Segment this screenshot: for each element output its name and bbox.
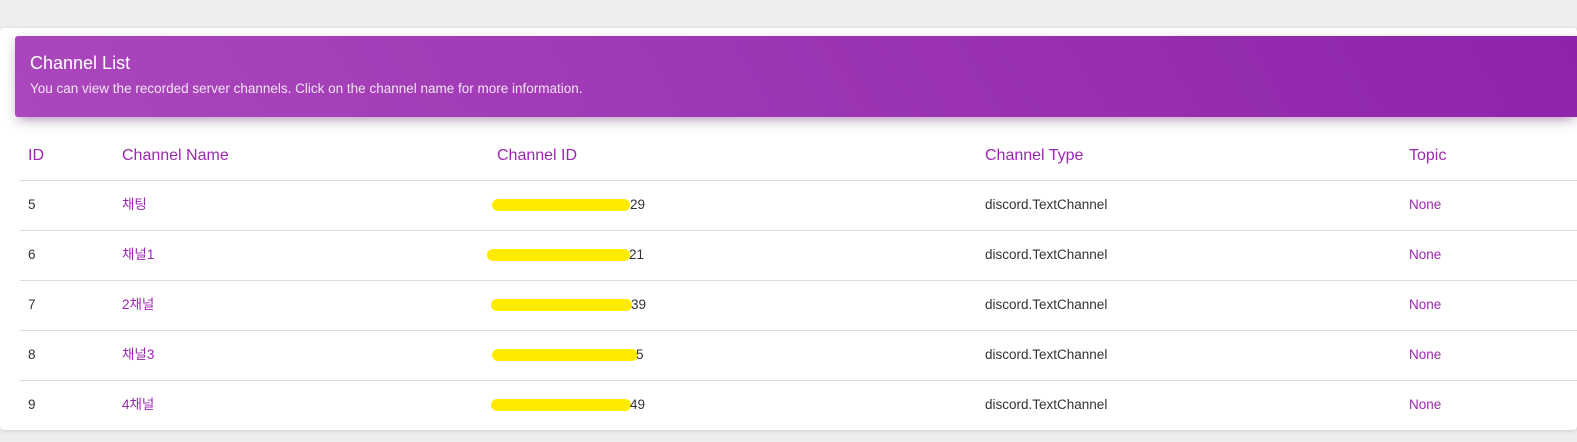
column-header-channel-name: Channel Name [122,147,229,164]
channel-id-cell: 39 [486,295,646,315]
channel-type: discord.TextChannel [985,247,1108,262]
channel-type: discord.TextChannel [985,297,1108,312]
row-id: 9 [28,397,36,412]
card-header: Channel List You can view the recorded s… [15,36,1577,117]
table-header: ID Channel Name Channel ID Channel Type … [20,132,1577,181]
channel-id-visible: 21 [629,247,645,262]
channel-type: discord.TextChannel [985,197,1108,212]
channel-id-visible: 5 [636,347,644,362]
page-subtitle: You can view the recorded server channel… [30,81,583,96]
channel-list-card: Channel List You can view the recorded s… [0,28,1577,430]
redaction-mark [491,399,631,411]
table-row: 5 채팅 29 discord.TextChannel None [20,181,1577,231]
row-id: 6 [28,247,36,262]
channel-table: ID Channel Name Channel ID Channel Type … [20,132,1577,430]
channel-topic: None [1409,247,1442,262]
row-id: 7 [28,297,36,312]
channel-name-link[interactable]: 채널1 [122,246,154,264]
column-header-topic: Topic [1409,147,1447,164]
table-row: 9 4채널 49 discord.TextChannel None [20,381,1577,430]
channel-topic: None [1409,297,1442,312]
redaction-mark [487,249,630,261]
channel-type: discord.TextChannel [985,397,1108,412]
channel-topic: None [1409,197,1442,212]
redaction-mark [491,299,632,311]
channel-name-link[interactable]: 채널3 [122,346,154,364]
row-id: 8 [28,347,36,362]
column-header-channel-type: Channel Type [985,147,1084,164]
channel-id-cell: 5 [486,345,646,365]
column-header-channel-id: Channel ID [497,147,578,164]
channel-name-link[interactable]: 채팅 [122,196,147,214]
channel-type: discord.TextChannel [985,347,1108,362]
row-id: 5 [28,197,36,212]
channel-id-cell: 49 [486,395,646,415]
channel-name-link[interactable]: 2채널 [122,296,154,314]
channel-topic: None [1409,347,1442,362]
channel-id-visible: 39 [631,297,647,312]
channel-id-visible: 49 [630,397,646,412]
table-row: 6 채널1 21 discord.TextChannel None [20,231,1577,281]
table-row: 7 2채널 39 discord.TextChannel None [20,281,1577,331]
channel-topic: None [1409,397,1442,412]
redaction-mark [492,199,630,211]
channel-id-cell: 29 [486,195,646,215]
page-title: Channel List [30,53,131,73]
redaction-mark [492,349,638,361]
table-row: 8 채널3 5 discord.TextChannel None [20,331,1577,381]
column-header-id: ID [28,147,44,164]
channel-id-visible: 29 [630,197,646,212]
channel-name-link[interactable]: 4채널 [122,396,154,414]
channel-id-cell: 21 [486,245,646,265]
